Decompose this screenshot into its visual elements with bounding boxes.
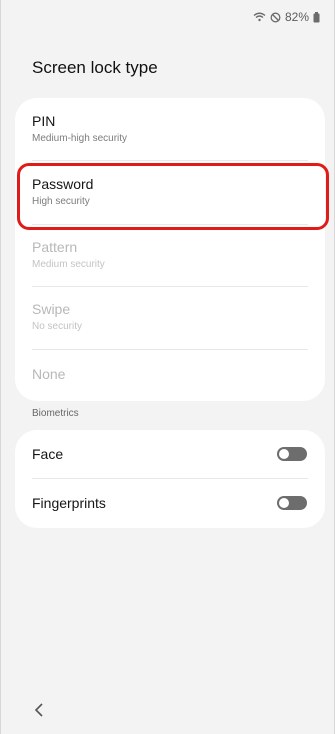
- toggle-knob: [279, 449, 289, 459]
- biometric-face-label: Face: [32, 446, 64, 462]
- fingerprints-toggle[interactable]: [277, 496, 307, 510]
- option-swipe: Swipe No security: [15, 287, 325, 349]
- option-pin-label: PIN: [32, 113, 56, 129]
- option-swipe-description: No security: [32, 321, 83, 332]
- do-not-disturb-icon: [270, 12, 281, 23]
- option-pin[interactable]: PIN Medium-high security: [15, 98, 325, 160]
- phone-screen: 82% Screen lock type PIN Medium-high sec…: [0, 0, 335, 734]
- battery-percentage: 82%: [284, 10, 309, 24]
- status-bar: 82%: [253, 10, 320, 24]
- password-highlight-box: [17, 163, 329, 230]
- option-pattern-label: Pattern: [32, 239, 78, 255]
- option-none-label: None: [32, 366, 66, 382]
- biometric-fingerprints-label: Fingerprints: [32, 495, 106, 511]
- wifi-icon: [253, 12, 266, 22]
- option-pin-description: Medium-high security: [32, 133, 128, 144]
- toggle-knob: [279, 498, 289, 508]
- lock-type-card: PIN Medium-high security Password High s…: [15, 98, 325, 401]
- biometric-face[interactable]: Face: [15, 430, 325, 478]
- option-swipe-label: Swipe: [32, 301, 71, 317]
- option-pattern: Pattern Medium security: [15, 225, 325, 287]
- biometrics-header: Biometrics: [32, 408, 79, 419]
- option-pattern-description: Medium security: [32, 259, 105, 270]
- option-none: None: [15, 350, 325, 401]
- battery-icon: [313, 11, 320, 23]
- face-toggle[interactable]: [277, 447, 307, 461]
- biometric-fingerprints[interactable]: Fingerprints: [15, 479, 325, 528]
- biometrics-card: Face Fingerprints: [15, 430, 325, 528]
- back-chevron-icon[interactable]: [31, 702, 47, 718]
- page-title: Screen lock type: [32, 58, 158, 77]
